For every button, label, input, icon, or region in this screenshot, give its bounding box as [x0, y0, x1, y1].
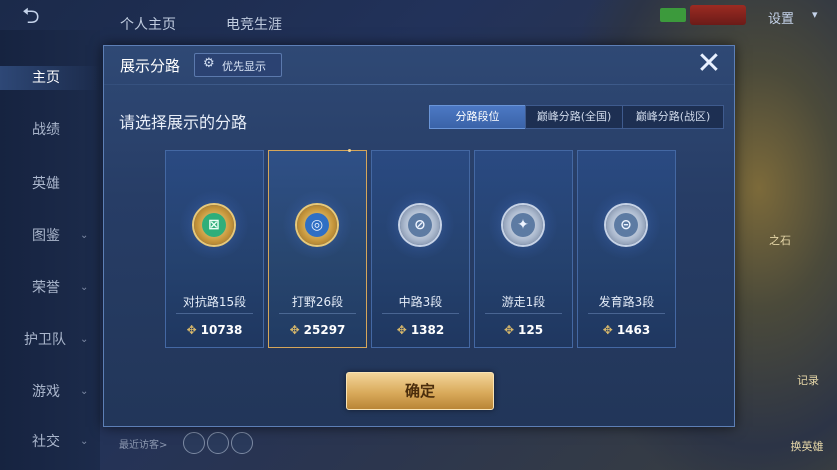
settings-chevron-icon[interactable]: ▾ — [812, 8, 818, 21]
selection-corner — [348, 149, 351, 152]
lane-score: ✥ 1463 — [602, 323, 651, 337]
lane-score: ✥ 10738 — [186, 323, 243, 337]
top-bar: ⮌ 个人主页 电竞生涯 设置 ▾ — [0, 0, 837, 34]
chevron-down-icon: ⌄ — [80, 386, 89, 397]
confirm-button[interactable]: 确定 — [346, 372, 494, 410]
score-gem-icon: ✥ — [396, 323, 407, 337]
lane-rank-label: 打野26段 — [291, 295, 344, 309]
lane-score: ✥ 125 — [503, 323, 544, 337]
sidebar-item-record[interactable]: 战绩 — [0, 118, 100, 142]
avatar[interactable] — [231, 432, 253, 454]
event-banner-icon[interactable] — [690, 5, 746, 25]
lane-score: ✥ 25297 — [289, 323, 346, 337]
score-gem-icon: ✥ — [186, 323, 197, 337]
sidebar-item-honor[interactable]: 荣誉 ⌄ — [0, 276, 100, 300]
tab-peak-lane-region[interactable]: 巅峰分路(战区) — [622, 105, 724, 129]
sidebar-item-games[interactable]: 游戏 ⌄ — [0, 380, 100, 404]
change-hero-button[interactable]: 换英雄 — [784, 438, 830, 454]
divider — [382, 313, 459, 314]
tab-lane-rank[interactable]: 分路段位 — [429, 105, 526, 129]
divider — [104, 84, 734, 85]
left-sidebar: 主页 战绩 英雄 图鉴 ⌄ 荣誉 ⌄ 护卫队 ⌄ 游戏 ⌄ 社交 ⌄ — [0, 30, 100, 470]
tab-esports-career[interactable]: 电竞生涯 — [226, 14, 282, 34]
lane-card-jungle[interactable]: ◎ 打野26段 ✥ 25297 — [268, 149, 367, 348]
lane-rank-label: 对抗路15段 — [182, 295, 247, 309]
lane-card-mid[interactable]: ⊘ 中路3段 ✥ 1382 — [371, 150, 470, 348]
lane-rank-label: 发育路3段 — [598, 295, 655, 309]
divider — [485, 313, 562, 314]
close-icon[interactable]: ✕ — [693, 49, 725, 81]
lane-rank-label: 中路3段 — [398, 295, 443, 309]
gear-icon: ⚙ — [203, 56, 215, 71]
sidebar-item-home[interactable]: 主页 — [0, 66, 100, 90]
tab-peak-lane-national[interactable]: 巅峰分路(全国) — [525, 105, 623, 129]
settings-button[interactable]: 设置 — [768, 8, 794, 27]
lane-score: ✥ 1382 — [396, 323, 445, 337]
chevron-down-icon: ⌄ — [80, 436, 89, 447]
farm-lane-emblem-icon: ⊝ — [606, 205, 646, 245]
divider — [279, 313, 356, 314]
stone-label: 之石 — [769, 234, 791, 247]
choose-lane-prompt: 请选择展示的分路 — [119, 113, 248, 132]
mid-lane-emblem-icon: ⊘ — [400, 205, 440, 245]
sidebar-item-social[interactable]: 社交 ⌄ — [0, 430, 100, 454]
lane-rank-label: 游走1段 — [501, 295, 546, 309]
top-lane-emblem-icon: ⊠ — [194, 205, 234, 245]
lane-display-dialog: 展示分路 ⚙ 优先显示 ✕ 请选择展示的分路 分路段位 巅峰分路(全国) 巅峰分… — [103, 45, 735, 427]
avatar[interactable] — [207, 432, 229, 454]
sidebar-item-guard-team[interactable]: 护卫队 ⌄ — [0, 328, 100, 352]
back-arrow-icon[interactable]: ⮌ — [22, 6, 66, 28]
divider — [176, 313, 253, 314]
sidebar-item-heroes[interactable]: 英雄 — [0, 172, 100, 196]
score-gem-icon: ✥ — [602, 323, 613, 337]
lane-card-farm[interactable]: ⊝ 发育路3段 ✥ 1463 — [577, 150, 676, 348]
lane-card-roam[interactable]: ✦ 游走1段 ✥ 125 — [474, 150, 573, 348]
score-gem-icon: ✥ — [289, 323, 300, 337]
recent-visitors-link[interactable]: 最近访客> — [119, 436, 167, 451]
green-badge-icon — [660, 8, 686, 22]
chevron-down-icon: ⌄ — [80, 282, 89, 293]
lane-card-top[interactable]: ⊠ 对抗路15段 ✥ 10738 — [165, 150, 264, 348]
tab-personal-home[interactable]: 个人主页 — [120, 14, 176, 34]
record-button[interactable]: 记录 — [788, 372, 828, 388]
avatar[interactable] — [183, 432, 205, 454]
divider — [588, 313, 665, 314]
chevron-down-icon: ⌄ — [80, 230, 89, 241]
sidebar-item-codex[interactable]: 图鉴 ⌄ — [0, 224, 100, 248]
chevron-down-icon: ⌄ — [80, 334, 89, 345]
dialog-title: 展示分路 — [120, 57, 181, 75]
score-gem-icon: ✥ — [503, 323, 514, 337]
jungle-emblem-icon: ◎ — [297, 205, 337, 245]
roam-emblem-icon: ✦ — [503, 205, 543, 245]
priority-display-button[interactable]: ⚙ 优先显示 — [194, 53, 282, 77]
